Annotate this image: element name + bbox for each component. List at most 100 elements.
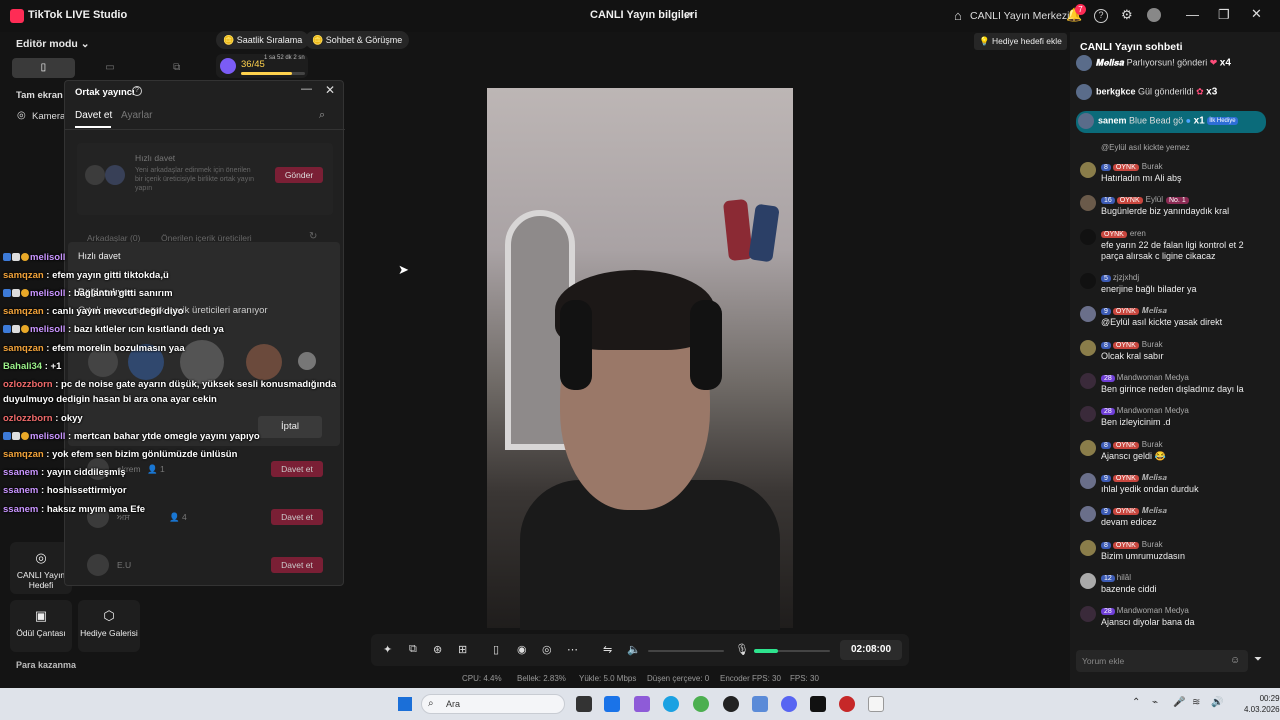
overlay-chat-line: samqzan : efem yayın gitti tiktokda,ü: [3, 270, 169, 281]
chat-username[interactable]: Burak: [1142, 162, 1163, 171]
app-icon[interactable]: [723, 696, 739, 712]
system-clock[interactable]: 00:29 4.03.2026: [1244, 693, 1280, 715]
task-view-icon[interactable]: [576, 696, 592, 712]
invite-button[interactable]: Davet et: [271, 461, 323, 477]
close-icon[interactable]: ✕: [1251, 6, 1262, 22]
live-center-link[interactable]: CANLI Yayın Merkezi: [970, 10, 1069, 22]
tiktok-logo-icon: [10, 9, 24, 23]
camera-switch-icon[interactable]: ◎: [542, 643, 552, 656]
outlook-icon[interactable]: [604, 696, 620, 712]
avatar[interactable]: [1080, 440, 1096, 456]
avatar[interactable]: [1080, 606, 1096, 622]
dual-tab[interactable]: ⧉: [145, 58, 208, 78]
chat-meet-pill[interactable]: 🪙 Sohbet & Görüşme: [305, 31, 410, 49]
windows-start-icon[interactable]: [398, 697, 412, 711]
add-source-icon[interactable]: ⊞: [458, 643, 467, 656]
maximize-icon[interactable]: ❐: [1218, 7, 1230, 23]
editor-mode-dropdown[interactable]: Editör modu ⌄: [16, 38, 90, 50]
wifi-icon[interactable]: ≋: [1192, 697, 1200, 708]
home-icon[interactable]: ⌂: [954, 8, 962, 23]
chat-username[interactable]: 𝑴𝒆𝒍𝒊𝒔𝒂: [1142, 306, 1167, 315]
avatar[interactable]: [1080, 195, 1096, 211]
live-info-title[interactable]: CANLI Yayın bilgileri: [590, 9, 697, 21]
edge-icon[interactable]: [663, 696, 679, 712]
filter-icon[interactable]: ⏷: [1254, 654, 1262, 665]
more-icon[interactable]: ⋯: [567, 643, 578, 656]
speaker-volume-slider[interactable]: [648, 650, 724, 652]
camera-source[interactable]: Kamera: [32, 111, 65, 122]
portrait-tab[interactable]: ▯: [12, 58, 75, 78]
layout-icon[interactable]: ⧉: [409, 643, 417, 656]
landscape-tab[interactable]: ▭: [79, 58, 142, 78]
chat-message: 5 zjzjxhdj enerjine bağlı bilader ya: [1080, 273, 1270, 303]
reward-bag-tile[interactable]: ▣ Ödül Çantası: [10, 600, 72, 652]
gift-multiplier: x3: [1206, 86, 1218, 98]
avatar[interactable]: [1080, 229, 1096, 245]
tiktok-icon[interactable]: [810, 696, 826, 712]
network-icon[interactable]: ⌁: [1152, 697, 1158, 708]
chat-username[interactable]: Burak: [1142, 540, 1163, 549]
avatar[interactable]: [1080, 340, 1096, 356]
avatar[interactable]: [1080, 273, 1096, 289]
microphone-icon[interactable]: 🎙: [735, 643, 749, 656]
search-icon[interactable]: ⌕: [319, 109, 325, 122]
chat-username[interactable]: Burak: [1142, 340, 1163, 349]
cancel-button[interactable]: İptal: [258, 416, 322, 438]
magic-wand-icon[interactable]: ✦: [383, 643, 392, 656]
chevron-up-icon[interactable]: ⌃: [1132, 697, 1140, 708]
phone-icon[interactable]: ▯: [493, 643, 499, 656]
tab-settings[interactable]: Ayarlar: [121, 110, 153, 121]
taskbar-search[interactable]: Ara: [421, 694, 565, 714]
live-goal-tile[interactable]: ◎ CANLI Yayın Hedefi: [10, 542, 72, 594]
notepad-icon[interactable]: [868, 696, 884, 712]
close-icon[interactable]: ✕: [325, 83, 335, 97]
mixer-icon[interactable]: ⇋: [603, 643, 612, 656]
avatar[interactable]: [1147, 8, 1161, 22]
gift-gallery-tile[interactable]: ⬡ Hediye Galerisi: [78, 600, 140, 652]
chat-username[interactable]: hilâl: [1117, 573, 1131, 582]
tiktok-live-studio-icon[interactable]: [839, 696, 855, 712]
help-icon[interactable]: ?: [132, 86, 142, 96]
chat-username[interactable]: 𝑴𝒆𝒍𝒊𝒔𝒂: [1142, 506, 1167, 515]
invite-button[interactable]: Davet et: [271, 557, 323, 573]
refresh-icon[interactable]: ↻: [309, 231, 317, 242]
chrome-icon[interactable]: [693, 696, 709, 712]
minimize-icon[interactable]: —: [1186, 7, 1199, 22]
avatar[interactable]: [1080, 162, 1096, 178]
chat-username[interactable]: eren: [1130, 229, 1146, 238]
avatar[interactable]: [1080, 373, 1096, 389]
add-gift-goal-button[interactable]: 💡 Hediye hedefi ekle: [974, 33, 1067, 50]
hourly-ranking-pill[interactable]: 🪙 Saatlik Sıralama: [216, 31, 310, 49]
avatar[interactable]: [1080, 506, 1096, 522]
avatar[interactable]: [1080, 540, 1096, 556]
record-icon[interactable]: ◉: [517, 643, 527, 656]
emoji-icon[interactable]: ☺: [1230, 655, 1240, 666]
avatar[interactable]: [1080, 473, 1096, 489]
tab-invite[interactable]: Davet et: [75, 110, 112, 121]
settings-icon[interactable]: [752, 696, 768, 712]
effects-icon[interactable]: ⊛: [433, 643, 442, 656]
avatar[interactable]: [1080, 573, 1096, 589]
speaker-icon[interactable]: 🔈: [627, 643, 641, 656]
chat-username[interactable]: zjzjxhdj: [1113, 273, 1139, 282]
chat-username[interactable]: Mandwoman Medya: [1117, 373, 1189, 382]
help-icon[interactable]: ?: [1094, 9, 1108, 23]
microphone-icon[interactable]: 🎤: [1173, 697, 1185, 708]
comment-input[interactable]: Yorum ekle: [1076, 650, 1248, 672]
send-button[interactable]: Gönder: [275, 167, 323, 183]
chat-message: 28 Mandwoman Medya Ajanscı diyolar bana da: [1080, 606, 1270, 636]
minimize-icon[interactable]: —: [301, 83, 312, 95]
chat-username[interactable]: Burak: [1142, 440, 1163, 449]
chat-username[interactable]: Mandwoman Medya: [1117, 606, 1189, 615]
avatar[interactable]: [1080, 306, 1096, 322]
discord-icon[interactable]: [781, 696, 797, 712]
chat-username[interactable]: Eylül: [1146, 195, 1163, 204]
chat-username[interactable]: Mandwoman Medya: [1117, 406, 1189, 415]
copilot-icon[interactable]: [634, 696, 650, 712]
volume-icon[interactable]: 🔊: [1211, 697, 1223, 708]
avatar[interactable]: [1080, 406, 1096, 422]
share-icon[interactable]: ↗: [683, 9, 695, 22]
gear-icon[interactable]: ⚙: [1121, 7, 1133, 23]
chat-username[interactable]: 𝑴𝒆𝒍𝒊𝒔𝒂: [1142, 473, 1167, 482]
invite-button[interactable]: Davet et: [271, 509, 323, 525]
